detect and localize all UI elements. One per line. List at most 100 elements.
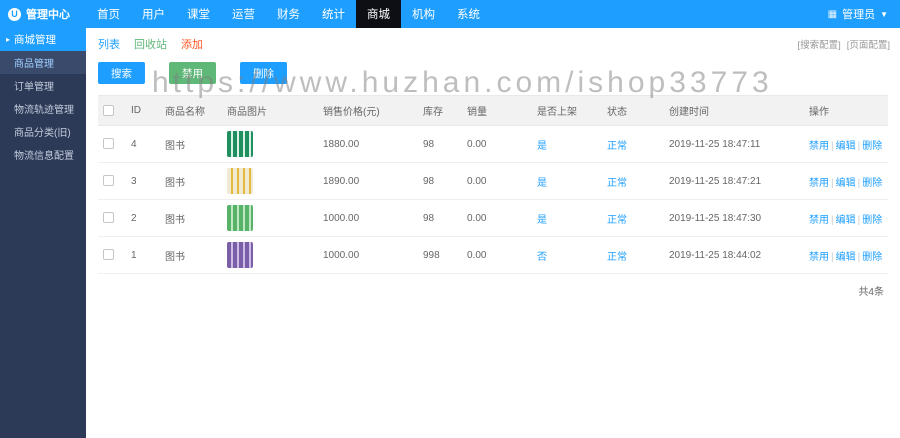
- cell-created: 2019-11-25 18:47:21: [664, 162, 804, 200]
- product-thumbnail[interactable]: [227, 242, 253, 268]
- nav-item-organization[interactable]: 机构: [401, 0, 446, 28]
- op-link[interactable]: 删除: [862, 252, 882, 263]
- op-link[interactable]: 删除: [862, 215, 882, 226]
- tab-recycle[interactable]: 回收站: [134, 36, 167, 52]
- sidebar-item-logistics-config[interactable]: 物流信息配置: [0, 143, 86, 166]
- cell-on-shelf[interactable]: 否: [532, 236, 602, 274]
- tab-add[interactable]: 添加: [181, 36, 203, 52]
- nav-item-classroom[interactable]: 课堂: [176, 0, 221, 28]
- row-checkbox[interactable]: [103, 138, 114, 150]
- table-head: ID 商品名称 商品图片 销售价格(元) 库存 销量 是否上架 状态 创建时间 操作: [98, 95, 888, 126]
- cell-status: 正常: [602, 125, 664, 163]
- sidebar-group-mall[interactable]: ▸ 商城管理: [0, 28, 86, 51]
- nav-item-system[interactable]: 系统: [446, 0, 491, 28]
- cell-on-shelf[interactable]: 是: [532, 199, 602, 237]
- disable-button[interactable]: 禁用: [169, 62, 216, 84]
- cell-status: 正常: [602, 236, 664, 274]
- table-row: 2 图书 1000.00 98 0.00 是正常 2019-11-25 18:47:30 禁用…: [98, 199, 888, 237]
- op-link[interactable]: 禁用: [809, 141, 829, 152]
- cell-price: 1000.00: [318, 199, 418, 237]
- column-header: 是否上架: [532, 95, 602, 126]
- top-navbar: U 管理中心 首页 用户 课堂 运营 财务 统计 商城 机构 系统 ▦ 管理员 ▼: [0, 0, 900, 28]
- row-checkbox[interactable]: [103, 175, 114, 187]
- config-links: [搜索配置] [页面配置]: [797, 37, 890, 51]
- navbar-right: ▦ 管理员 ▼: [828, 0, 900, 28]
- tab-list[interactable]: 列表: [98, 36, 120, 52]
- sidebar-items: 商品管理 订单管理 物流轨迹管理 商品分类(旧) 物流信息配置: [0, 51, 86, 166]
- nav-item-user[interactable]: 用户: [131, 0, 176, 28]
- sidebar-item-logistics-track[interactable]: 物流轨迹管理: [0, 97, 86, 120]
- cell-price: 1000.00: [318, 236, 418, 274]
- column-header: 操作: [804, 95, 888, 126]
- sidebar-item-category-old[interactable]: 商品分类(旧): [0, 120, 86, 143]
- op-link[interactable]: 禁用: [809, 252, 829, 263]
- app-logo: U 管理中心: [0, 0, 86, 28]
- op-separator: |: [831, 251, 834, 263]
- column-header: 销量: [462, 95, 532, 126]
- row-checkbox[interactable]: [103, 249, 114, 261]
- action-buttons: 搜索 禁用 删除: [86, 55, 900, 89]
- sidebar-item-orders[interactable]: 订单管理: [0, 74, 86, 97]
- cell-name: 图书: [160, 236, 222, 274]
- op-separator: |: [857, 140, 861, 152]
- page-config-link[interactable]: [页面配置]: [847, 37, 890, 51]
- row-checkbox-cell: [98, 236, 126, 274]
- cell-on-shelf[interactable]: 是: [532, 162, 602, 200]
- header-checkbox-cell: [98, 95, 126, 126]
- main-nav: 首页 用户 课堂 运营 财务 统计 商城 机构 系统: [86, 0, 828, 28]
- nav-item-mall[interactable]: 商城: [356, 0, 401, 28]
- cell-sales: 0.00: [462, 199, 532, 237]
- cell-stock: 98: [418, 162, 462, 200]
- op-link[interactable]: 编辑: [836, 141, 856, 152]
- chevron-right-icon: ▸: [6, 35, 11, 44]
- op-link[interactable]: 删除: [862, 141, 882, 152]
- nav-item-statistics[interactable]: 统计: [311, 0, 356, 28]
- cell-operations: 禁用 | 编辑 | 删除: [804, 236, 888, 274]
- column-header: 销售价格(元): [318, 95, 418, 126]
- nav-item-finance[interactable]: 财务: [266, 0, 311, 28]
- search-config-link[interactable]: [搜索配置]: [797, 37, 840, 51]
- op-separator: |: [857, 214, 861, 226]
- cell-price: 1880.00: [318, 125, 418, 163]
- cell-operations: 禁用 | 编辑 | 删除: [804, 162, 888, 200]
- product-thumbnail[interactable]: [227, 168, 253, 194]
- op-link[interactable]: 编辑: [836, 215, 856, 226]
- app-title: 管理中心: [26, 9, 70, 21]
- cell-id: 1: [126, 236, 160, 274]
- table-row: 1 图书 1000.00 998 0.00 否正常 2019-11-25 18:44:02 禁…: [98, 236, 888, 274]
- op-link[interactable]: 禁用: [809, 178, 829, 189]
- cell-name: 图书: [160, 162, 222, 200]
- cell-on-shelf[interactable]: 是: [532, 125, 602, 163]
- cell-status: 正常: [602, 199, 664, 237]
- view-tabs: 列表 回收站 添加: [98, 36, 203, 52]
- search-button[interactable]: 搜索: [98, 62, 145, 84]
- nav-item-operation[interactable]: 运营: [221, 0, 266, 28]
- sidebar-group-label: 商城管理: [14, 34, 57, 46]
- product-thumbnail[interactable]: [227, 205, 253, 231]
- apps-grid-icon[interactable]: ▦: [828, 9, 837, 20]
- op-separator: |: [831, 177, 834, 189]
- column-header: 商品名称: [160, 95, 222, 126]
- op-link[interactable]: 删除: [862, 178, 882, 189]
- column-header: 创建时间: [664, 95, 804, 126]
- table-body: 4 图书 1880.00 98 0.00 是正常 2019-11-25 18:47:11 禁用…: [98, 125, 888, 274]
- cell-price: 1890.00: [318, 162, 418, 200]
- cell-name: 图书: [160, 199, 222, 237]
- column-header: 库存: [418, 95, 462, 126]
- column-header: 状态: [602, 95, 664, 126]
- op-link[interactable]: 编辑: [836, 178, 856, 189]
- table-row: 4 图书 1880.00 98 0.00 是正常 2019-11-25 18:47:11 禁用…: [98, 125, 888, 163]
- sidebar-item-goods[interactable]: 商品管理: [0, 51, 86, 74]
- row-checkbox[interactable]: [103, 212, 114, 224]
- op-link[interactable]: 编辑: [836, 252, 856, 263]
- product-thumbnail[interactable]: [227, 131, 253, 157]
- cell-image: [222, 162, 318, 200]
- select-all-checkbox[interactable]: [103, 104, 114, 116]
- cell-operations: 禁用 | 编辑 | 删除: [804, 125, 888, 163]
- delete-button[interactable]: 删除: [240, 62, 287, 84]
- op-link[interactable]: 禁用: [809, 215, 829, 226]
- nav-item-home[interactable]: 首页: [86, 0, 131, 28]
- user-menu[interactable]: 管理员: [842, 6, 875, 22]
- cell-stock: 998: [418, 236, 462, 274]
- cell-image: [222, 125, 318, 163]
